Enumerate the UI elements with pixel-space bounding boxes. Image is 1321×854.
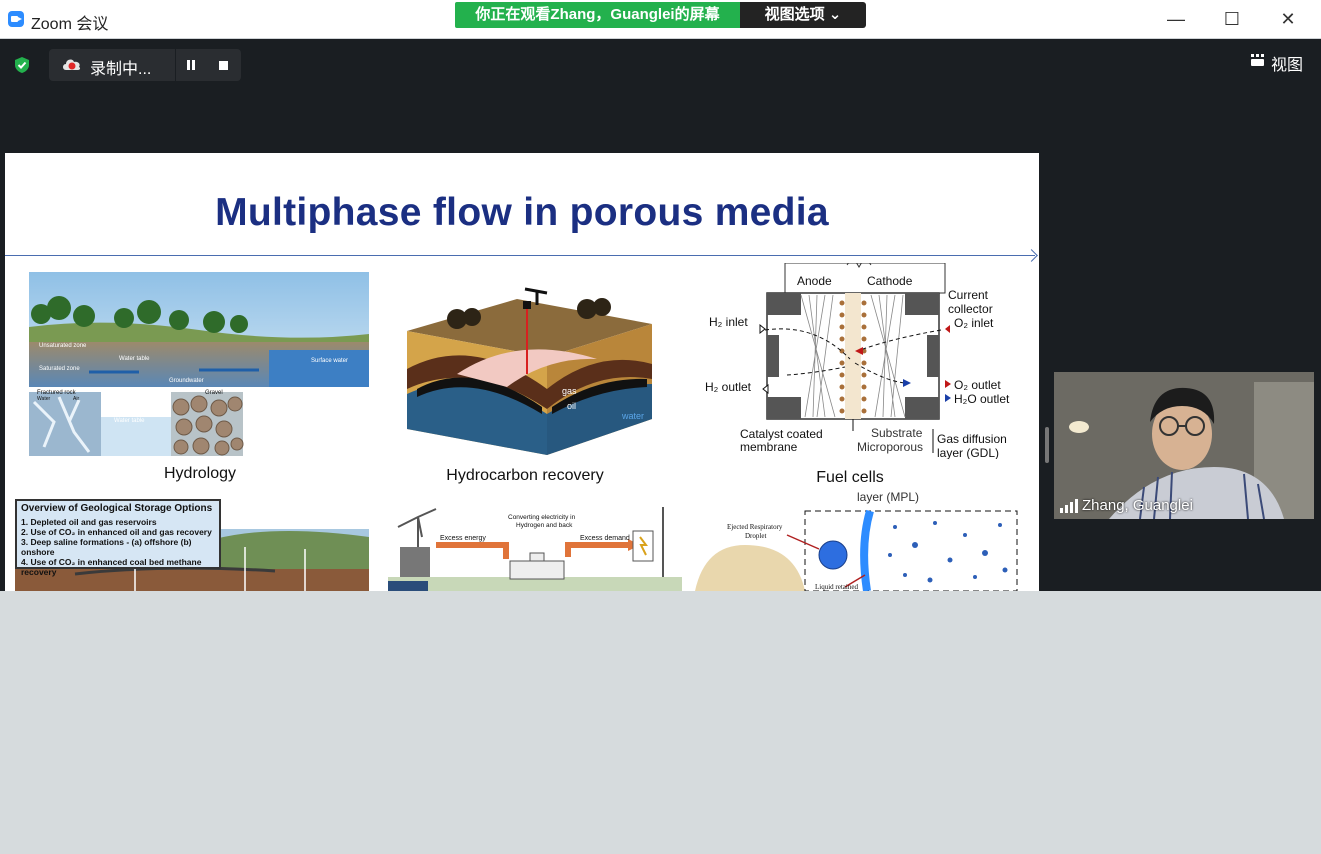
hydro-water-label: Water	[37, 396, 50, 402]
hydrology-figure: Unsaturated zone Water table Saturated z…	[29, 272, 369, 456]
fc-gdl-label-2: layer (GDL)	[937, 446, 999, 459]
hydrocarbon-figure: gas oil water	[407, 287, 652, 455]
fc-h2-outlet-label: H₂ outlet	[705, 380, 752, 394]
fc-h2-inlet-label: H₂ inlet	[709, 315, 748, 329]
fc-current-label-2: collector	[948, 302, 993, 316]
view-label: 视图	[1271, 57, 1304, 74]
fc-mpl-label-1: Microporous	[857, 440, 923, 454]
connection-signal-icon	[1060, 499, 1078, 513]
view-options-button[interactable]: 视图选项 ⌄	[740, 2, 866, 28]
droplet-liquid-label: Liquid retained	[815, 583, 858, 591]
fc-cathode-label: Cathode	[867, 274, 913, 288]
grid-view-icon	[1251, 54, 1264, 66]
slide-title: Multiphase flow in porous media	[215, 191, 829, 234]
h2-excess-energy-label: Excess energy	[440, 535, 486, 542]
close-button[interactable]: ✕	[1275, 6, 1301, 32]
window-title: Zoom 会议	[31, 16, 109, 33]
fuel-cell-figure: Anode Cathode H₂ inlet O₂ inlet H₂ outle…	[705, 263, 1010, 459]
view-button[interactable]: 视图	[1246, 49, 1314, 74]
caption-fuel-cells: Fuel cells	[816, 469, 884, 486]
hc-gas-label: gas	[562, 386, 577, 396]
hydro-groundwater-label: Groundwater	[169, 378, 204, 384]
title-underline	[5, 255, 1035, 256]
fc-anode-label: Anode	[797, 274, 832, 288]
fc-catalyst-label-1: Catalyst coated	[740, 427, 823, 441]
caption-hydrocarbon: Hydrocarbon recovery	[446, 467, 604, 484]
h2-excess-demand-label: Excess demand	[580, 535, 630, 542]
h2-converting-label-1: Converting electricity in	[508, 514, 576, 521]
maximize-button[interactable]: ☐	[1219, 6, 1245, 32]
recording-status-bar: 录制中...	[49, 49, 241, 81]
hydro-water-table-label: Water table	[119, 356, 150, 362]
fc-h2o-outlet-label: H₂O outlet	[954, 392, 1010, 406]
meeting-view: 录制中... 视图 Multiphase flow in porous medi…	[0, 39, 1321, 591]
fc-gdl-label-1: Gas diffusion	[937, 432, 1007, 446]
hydro-air-label: Air	[73, 396, 79, 402]
storage-item: 3. Deep saline formations - (a) offshore…	[21, 537, 192, 557]
screen-share-banner: 你正在观看Zhang，Guanglei的屏幕	[455, 2, 740, 28]
hydro-water-table-2-label: Water table	[114, 418, 145, 424]
shared-slide: Multiphase flow in porous media Unsatura…	[5, 153, 1039, 591]
geological-storage-figure: Overview of Geological Storage Options 1…	[15, 499, 369, 591]
caption-hydrology: Hydrology	[163, 465, 237, 482]
storage-options-box: Overview of Geological Storage Options 1…	[15, 499, 221, 577]
cloud-recording-icon	[63, 59, 81, 70]
fc-mpl-label-2: layer (MPL)	[857, 490, 920, 504]
hc-water-label: water	[621, 411, 644, 421]
storage-item: 2. Use of CO₂ in enhanced oil and gas re…	[21, 527, 212, 537]
hc-oil-label: oil	[567, 401, 576, 411]
droplet-ejected-label-2: Droplet	[745, 532, 766, 540]
fc-substrate-label: Substrate	[871, 426, 923, 440]
pause-recording-button[interactable]	[183, 57, 199, 73]
hydro-gravel-label: Gravel	[205, 390, 223, 396]
panel-resize-handle[interactable]	[1045, 427, 1049, 463]
hydro-surface-water-label: Surface water	[311, 358, 348, 364]
participant-video-tile[interactable]: Zhang, Guanglei	[1054, 372, 1314, 519]
recording-divider	[175, 49, 176, 81]
window-titlebar: Zoom 会议 你正在观看Zhang，Guanglei的屏幕 视图选项 ⌄ — …	[0, 0, 1321, 39]
recording-label: 录制中...	[90, 61, 152, 78]
hydrogen-conversion-figure: Excess energy Converting electricity in …	[388, 507, 682, 591]
security-shield-icon[interactable]	[13, 56, 31, 74]
stop-recording-button[interactable]	[219, 61, 228, 70]
fc-o2-inlet-label: O₂ inlet	[954, 316, 994, 330]
zoom-logo-icon	[8, 11, 24, 27]
droplet-figure: Ejected Respiratory Droplet Liquid retai…	[695, 509, 1018, 591]
hydro-unsaturated-label: Unsaturated zone	[39, 343, 87, 349]
underline-arrow-icon	[1025, 249, 1038, 262]
storage-item: 1. Depleted oil and gas reservoirs	[21, 517, 157, 527]
h2-converting-label-2: Hydrogen and back	[516, 522, 573, 529]
droplet-ejected-label-1: Ejected Respiratory	[727, 523, 783, 531]
empty-region	[0, 591, 1321, 854]
fc-catalyst-label-2: membrane	[740, 440, 798, 454]
fc-current-label-1: Current	[948, 288, 989, 302]
hydro-saturated-label: Saturated zone	[39, 366, 80, 372]
storage-header: Overview of Geological Storage Options	[21, 503, 213, 514]
storage-item: 4. Use of CO₂ in enhanced coal bed metha…	[21, 557, 202, 577]
fc-o2-outlet-label: O₂ outlet	[954, 378, 1001, 392]
minimize-button[interactable]: —	[1163, 6, 1189, 32]
participant-name: Zhang, Guanglei	[1082, 497, 1193, 514]
